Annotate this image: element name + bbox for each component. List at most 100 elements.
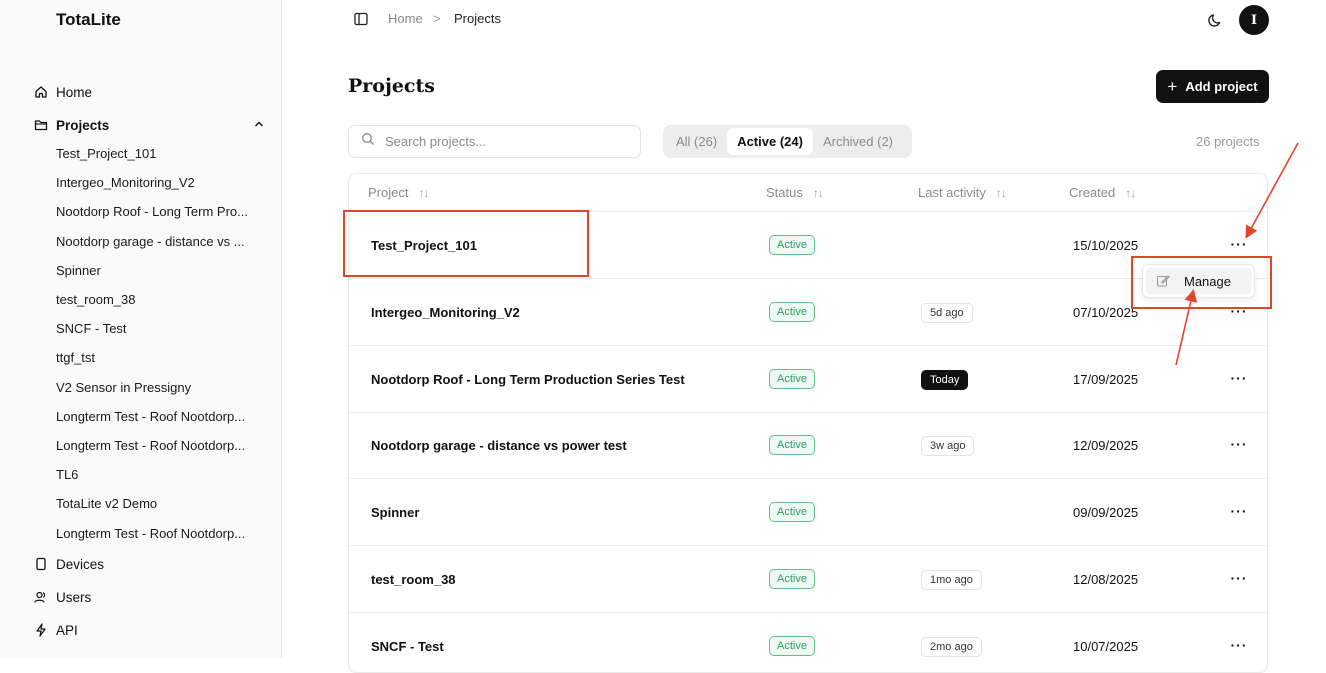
sidebar-project-item[interactable]: Spinner xyxy=(56,261,256,281)
sidebar-item-api[interactable]: API xyxy=(34,619,270,641)
sidebar-project-item[interactable]: ttgf_tst xyxy=(56,348,256,368)
sidebar-project-item[interactable]: Nootdorp Roof - Long Term Pro... xyxy=(56,202,256,222)
tab-archived[interactable]: Archived (2) xyxy=(813,128,903,155)
sidebar-item-label: Projects xyxy=(56,117,110,133)
sidebar-project-item[interactable]: test_room_38 xyxy=(56,290,256,310)
sidebar-item-home[interactable]: Home xyxy=(34,81,270,103)
sidebar-project-item[interactable]: TL6 xyxy=(56,465,256,485)
more-actions-icon[interactable]: ··· xyxy=(1229,434,1249,454)
column-header-status[interactable]: Status ↑↓ xyxy=(766,174,824,211)
breadcrumb-separator: > xyxy=(433,11,441,26)
created-date: 12/09/2025 xyxy=(1073,438,1139,454)
add-project-label: Add project xyxy=(1185,79,1258,94)
status-badge: Active xyxy=(769,569,815,589)
add-project-button[interactable]: + Add project xyxy=(1156,70,1269,103)
table-row[interactable]: Intergeo_Monitoring_V2 Active 5d ago 07/10/… xyxy=(349,279,1267,346)
column-header-project[interactable]: Project ↑↓ xyxy=(368,174,429,211)
sidebar-item-projects[interactable]: Projects xyxy=(34,114,270,136)
created-date: 17/09/2025 xyxy=(1073,371,1139,387)
search-box[interactable] xyxy=(348,125,641,158)
project-name[interactable]: Spinner xyxy=(371,505,419,520)
last-activity-badge: 1mo ago xyxy=(921,570,982,590)
table-row[interactable]: Nootdorp Roof - Long Term Production Ser… xyxy=(349,346,1267,413)
api-icon xyxy=(34,623,48,637)
project-name[interactable]: SNCF - Test xyxy=(371,639,444,654)
sort-icon: ↑↓ xyxy=(812,185,824,200)
more-actions-icon[interactable]: ··· xyxy=(1229,501,1249,521)
brand-logo: TotaLite xyxy=(56,10,121,29)
column-header-label: Project xyxy=(368,185,409,200)
tab-active[interactable]: Active (24) xyxy=(727,128,813,155)
status-badge: Active xyxy=(769,635,815,656)
sidebar-item-users[interactable]: Users xyxy=(34,586,270,608)
created-date: 12/08/2025 xyxy=(1073,572,1139,587)
sidebar-project-item[interactable]: Nootdorp garage - distance vs ... xyxy=(56,232,256,252)
more-actions-icon[interactable]: ··· xyxy=(1229,368,1249,388)
column-header-label: Last activity xyxy=(918,185,986,200)
table-row[interactable]: test_room_38 Active 1mo ago 12/08/2025 ··· xyxy=(349,546,1267,613)
table-row[interactable]: SNCF - Test Active 2mo ago 10/07/2025 ··· xyxy=(349,613,1267,672)
sidebar-project-item[interactable]: Longterm Test - Roof Nootdorp... xyxy=(56,407,256,427)
folder-icon xyxy=(34,118,48,132)
last-activity-badge: 2mo ago xyxy=(921,636,982,657)
last-activity-badge: 5d ago xyxy=(921,302,973,323)
status-tabs: All (26) Active (24) Archived (2) xyxy=(663,125,912,158)
sidebar-toggle-icon[interactable] xyxy=(354,12,368,26)
column-header-created[interactable]: Created ↑↓ xyxy=(1069,174,1136,211)
more-actions-icon[interactable]: ··· xyxy=(1229,568,1249,588)
sort-icon: ↑↓ xyxy=(995,185,1007,200)
page-title: Projects xyxy=(348,75,435,97)
sidebar-project-item[interactable]: Longterm Test - Roof Nootdorp... xyxy=(56,524,256,544)
moon-icon[interactable] xyxy=(1208,12,1224,28)
annotation-highlight-project xyxy=(343,210,589,277)
chevron-up-icon[interactable] xyxy=(252,117,266,134)
created-date: 09/09/2025 xyxy=(1073,505,1139,521)
sidebar-project-item[interactable]: SNCF - Test xyxy=(56,319,256,339)
last-activity-badge: Today xyxy=(921,369,969,390)
sidebar-item-devices[interactable]: Devices xyxy=(34,553,270,575)
column-header-last-activity[interactable]: Last activity ↑↓ xyxy=(918,174,1007,211)
avatar[interactable]: I xyxy=(1239,5,1269,35)
created-date: 15/10/2025 xyxy=(1073,238,1139,253)
column-header-label: Created xyxy=(1069,185,1116,200)
project-count: 26 projects xyxy=(1196,134,1260,149)
status-badge: Active xyxy=(769,502,815,523)
status-badge: Active xyxy=(769,301,815,322)
status-badge: Active xyxy=(769,435,815,456)
status-badge: Active xyxy=(769,368,815,389)
created-date: 10/07/2025 xyxy=(1073,638,1139,654)
users-icon xyxy=(34,590,48,604)
sidebar-project-item[interactable]: V2 Sensor in Pressigny xyxy=(56,378,256,398)
sidebar-project-item[interactable]: Longterm Test - Roof Nootdorp... xyxy=(56,436,256,456)
annotation-highlight-menu xyxy=(1131,256,1272,309)
sort-icon: ↑↓ xyxy=(1125,185,1136,200)
status-badge: Active xyxy=(769,235,815,255)
sidebar-project-item[interactable]: Intergeo_Monitoring_V2 xyxy=(56,173,256,193)
plus-icon: + xyxy=(1167,77,1178,96)
sidebar: TotaLite Home Projects Test_Project_101 I… xyxy=(0,0,282,658)
created-date: 07/10/2025 xyxy=(1073,304,1139,320)
sidebar-item-label: Users xyxy=(56,589,92,605)
sort-icon: ↑↓ xyxy=(418,185,429,200)
project-name[interactable]: test_room_38 xyxy=(371,572,456,587)
more-actions-icon[interactable]: ··· xyxy=(1229,635,1249,655)
more-actions-icon[interactable]: ··· xyxy=(1229,234,1249,254)
project-name[interactable]: Nootdorp garage - distance vs power test xyxy=(371,438,627,453)
home-icon xyxy=(34,85,48,99)
search-icon xyxy=(361,132,375,151)
sidebar-item-label: Home xyxy=(56,84,93,100)
column-header-label: Status xyxy=(766,185,803,200)
sidebar-project-item[interactable]: Test_Project_101 xyxy=(56,144,256,164)
sidebar-project-item[interactable]: TotaLite v2 Demo xyxy=(56,494,256,514)
breadcrumb-home[interactable]: Home xyxy=(388,11,423,26)
last-activity-badge: 3w ago xyxy=(921,436,975,457)
sidebar-item-label: Devices xyxy=(56,556,105,572)
table-row[interactable]: Spinner Active 09/09/2025 ··· xyxy=(349,479,1267,547)
tab-all[interactable]: All (26) xyxy=(666,128,727,155)
device-icon xyxy=(34,557,48,571)
table-row[interactable]: Nootdorp garage - distance vs power test… xyxy=(349,412,1267,480)
project-name[interactable]: Nootdorp Roof - Long Term Production Ser… xyxy=(371,372,685,387)
sidebar-item-label: API xyxy=(56,622,78,638)
project-name[interactable]: Intergeo_Monitoring_V2 xyxy=(371,305,520,320)
search-input[interactable] xyxy=(385,134,625,149)
